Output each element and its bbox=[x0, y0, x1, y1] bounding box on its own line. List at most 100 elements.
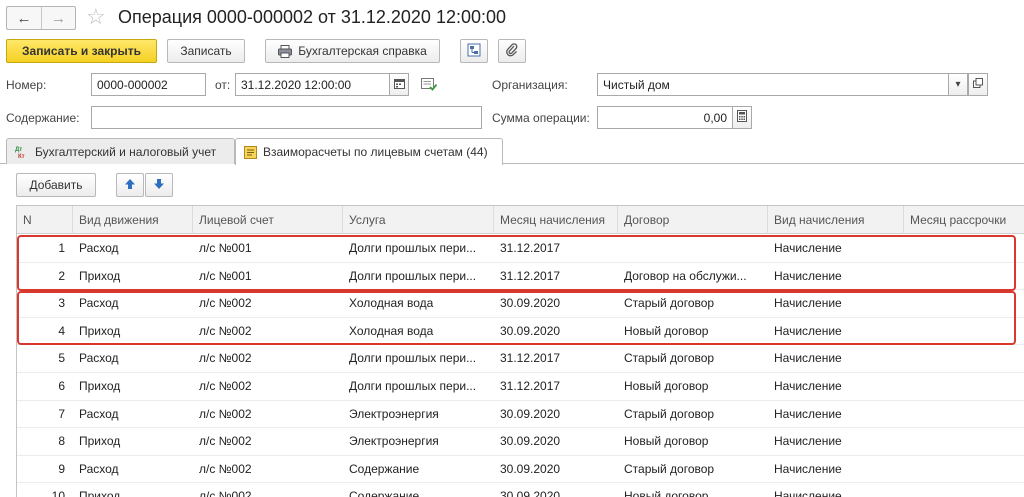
cell-accrual-month: 30.09.2020 bbox=[500, 461, 561, 476]
table-row[interactable]: 8 Приход л/с №002 Электроэнергия 30.09.2020 Н… bbox=[17, 428, 1024, 456]
add-button[interactable]: Добавить bbox=[16, 173, 96, 197]
table-row[interactable]: 10 Приход л/с №002 Содержание 30.09.2020 Новы… bbox=[17, 483, 1024, 497]
column-header-movement-type[interactable]: Вид движения bbox=[73, 206, 193, 234]
cell-installment-month bbox=[904, 290, 1024, 317]
tab-accounting-label: Бухгалтерский и налоговый учет bbox=[35, 144, 217, 159]
save-and-close-button[interactable]: Записать и закрыть bbox=[6, 39, 157, 63]
calculator-icon bbox=[737, 110, 747, 125]
cell-accrual-month: 30.09.2020 bbox=[500, 296, 561, 311]
table-row[interactable]: 2 Приход л/с №001 Долги прошлых пери... 31.1… bbox=[17, 263, 1024, 291]
calculator-button[interactable] bbox=[732, 106, 752, 129]
accounting-reference-button[interactable]: Бухгалтерская справка bbox=[265, 39, 440, 63]
cell-movement-type: Приход bbox=[79, 489, 121, 497]
move-down-button[interactable] bbox=[145, 173, 173, 197]
cell-accrual-month: 30.09.2020 bbox=[500, 406, 561, 421]
cell-accrual-month: 30.09.2020 bbox=[500, 489, 561, 497]
cell-n: 1 bbox=[58, 241, 65, 255]
star-icon[interactable]: ☆ bbox=[86, 5, 106, 29]
tab-personal-accounts[interactable]: Взаиморасчеты по лицевым счетам (44) bbox=[235, 138, 503, 165]
forward-button[interactable]: → bbox=[41, 7, 75, 29]
cell-accrual-type: Начисление bbox=[774, 323, 842, 338]
column-header-accrual-type[interactable]: Вид начисления bbox=[768, 206, 904, 234]
document-status-icon[interactable] bbox=[421, 78, 438, 94]
date-field[interactable]: 31.12.2020 12:00:00 bbox=[235, 73, 390, 96]
cell-accrual-type: Начисление bbox=[774, 434, 842, 449]
cell-accrual-month: 31.12.2017 bbox=[500, 241, 561, 255]
cell-installment-month bbox=[904, 456, 1024, 483]
cell-n: 6 bbox=[58, 379, 65, 393]
move-up-button[interactable] bbox=[116, 173, 144, 197]
accounts-table[interactable]: N Вид движения Лицевой счет Услуга Месяц… bbox=[16, 205, 1024, 497]
column-header-accrual-month[interactable]: Месяц начисления bbox=[494, 206, 618, 234]
table-row[interactable]: 1 Расход л/с №001 Долги прошлых пери... 31.1… bbox=[17, 235, 1024, 263]
cell-accrual-type: Начисление bbox=[774, 489, 842, 497]
cell-n: 8 bbox=[58, 434, 65, 449]
cell-service: Электроэнергия bbox=[349, 434, 439, 449]
cell-installment-month bbox=[904, 401, 1024, 428]
column-header-service[interactable]: Услуга bbox=[343, 206, 494, 234]
cell-service: Долги прошлых пери... bbox=[349, 351, 477, 366]
content-field[interactable] bbox=[91, 106, 482, 129]
cell-service: Холодная вода bbox=[349, 296, 434, 311]
cell-service: Долги прошлых пери... bbox=[349, 268, 477, 283]
column-header-installment-month[interactable]: Месяц рассрочки bbox=[904, 206, 1024, 234]
cell-contract: Старый договор bbox=[624, 296, 715, 311]
arrow-right-icon: → bbox=[51, 9, 66, 27]
cell-accrual-type: Начисление bbox=[774, 241, 842, 255]
cell-n: 5 bbox=[58, 351, 65, 366]
calendar-button[interactable] bbox=[389, 73, 409, 96]
cell-accrual-type: Начисление bbox=[774, 268, 842, 283]
cell-contract: Старый договор bbox=[624, 461, 715, 476]
operation-sum-label: Сумма операции: bbox=[492, 111, 590, 125]
table-row[interactable]: 3 Расход л/с №002 Холодная вода 30.09.2020 Ст… bbox=[17, 290, 1024, 318]
organization-dropdown-button[interactable]: ▾ bbox=[948, 73, 968, 96]
open-icon bbox=[973, 78, 983, 91]
table-row[interactable]: 5 Расход л/с №002 Долги прошлых пери... 31.1… bbox=[17, 345, 1024, 373]
organization-field[interactable]: Чистый дом bbox=[597, 73, 967, 96]
cell-account: л/с №002 bbox=[199, 379, 252, 393]
document-icon bbox=[244, 145, 257, 159]
table-row[interactable]: 9 Расход л/с №002 Содержание 30.09.2020 Стары… bbox=[17, 456, 1024, 484]
cell-account: л/с №002 bbox=[199, 461, 252, 476]
table-row[interactable]: 6 Приход л/с №002 Долги прошлых пери... 31.1… bbox=[17, 373, 1024, 401]
dt-kt-icon: Дт Кт bbox=[15, 145, 29, 159]
cell-account: л/с №002 bbox=[199, 323, 252, 338]
column-header-account[interactable]: Лицевой счет bbox=[193, 206, 343, 234]
paperclip-icon bbox=[506, 42, 518, 60]
cell-service: Холодная вода bbox=[349, 323, 434, 338]
attach-button[interactable] bbox=[498, 39, 526, 63]
cell-accrual-month: 31.12.2017 bbox=[500, 268, 561, 283]
navigation-buttons: ← → bbox=[6, 6, 76, 30]
cell-contract: Новый договор bbox=[624, 434, 709, 449]
cell-installment-month bbox=[904, 263, 1024, 290]
tab-accounting[interactable]: Дт Кт Бухгалтерский и налоговый учет bbox=[6, 138, 235, 164]
cell-accrual-type: Начисление bbox=[774, 461, 842, 476]
cell-accrual-type: Начисление bbox=[774, 406, 842, 421]
cell-account: л/с №002 bbox=[199, 489, 252, 497]
table-row[interactable]: 4 Приход л/с №002 Холодная вода 30.09.2020 Но… bbox=[17, 318, 1024, 346]
calendar-icon bbox=[393, 78, 405, 92]
back-button[interactable]: ← bbox=[7, 7, 41, 29]
organization-open-button[interactable] bbox=[968, 73, 988, 96]
table-row[interactable]: 7 Расход л/с №002 Электроэнергия 30.09.2020 С… bbox=[17, 401, 1024, 429]
cell-n: 10 bbox=[51, 489, 65, 497]
page-title: Операция 0000-000002 от 31.12.2020 12:00… bbox=[118, 7, 507, 27]
column-header-contract[interactable]: Договор bbox=[618, 206, 768, 234]
cell-accrual-month: 31.12.2017 bbox=[500, 379, 561, 393]
cell-movement-type: Приход bbox=[79, 268, 121, 283]
cell-installment-month bbox=[904, 483, 1024, 497]
operation-sum-field[interactable]: 0,00 bbox=[597, 106, 733, 129]
tab-personal-accounts-label: Взаиморасчеты по лицевым счетам (44) bbox=[263, 145, 488, 159]
column-header-n[interactable]: N bbox=[17, 206, 73, 234]
number-field[interactable]: 0000-000002 bbox=[91, 73, 206, 96]
cell-movement-type: Приход bbox=[79, 379, 121, 393]
cell-accrual-month: 30.09.2020 bbox=[500, 323, 561, 338]
chevron-down-icon: ▾ bbox=[955, 79, 961, 90]
cell-accrual-month: 30.09.2020 bbox=[500, 434, 561, 449]
cell-contract: Старый договор bbox=[624, 351, 715, 366]
cell-contract: Новый договор bbox=[624, 379, 709, 393]
cell-contract: Договор на обслужи... bbox=[624, 268, 747, 283]
save-button[interactable]: Записать bbox=[167, 39, 245, 63]
table-header: N Вид движения Лицевой счет Услуга Месяц… bbox=[17, 206, 1024, 234]
structure-button[interactable] bbox=[460, 39, 488, 63]
